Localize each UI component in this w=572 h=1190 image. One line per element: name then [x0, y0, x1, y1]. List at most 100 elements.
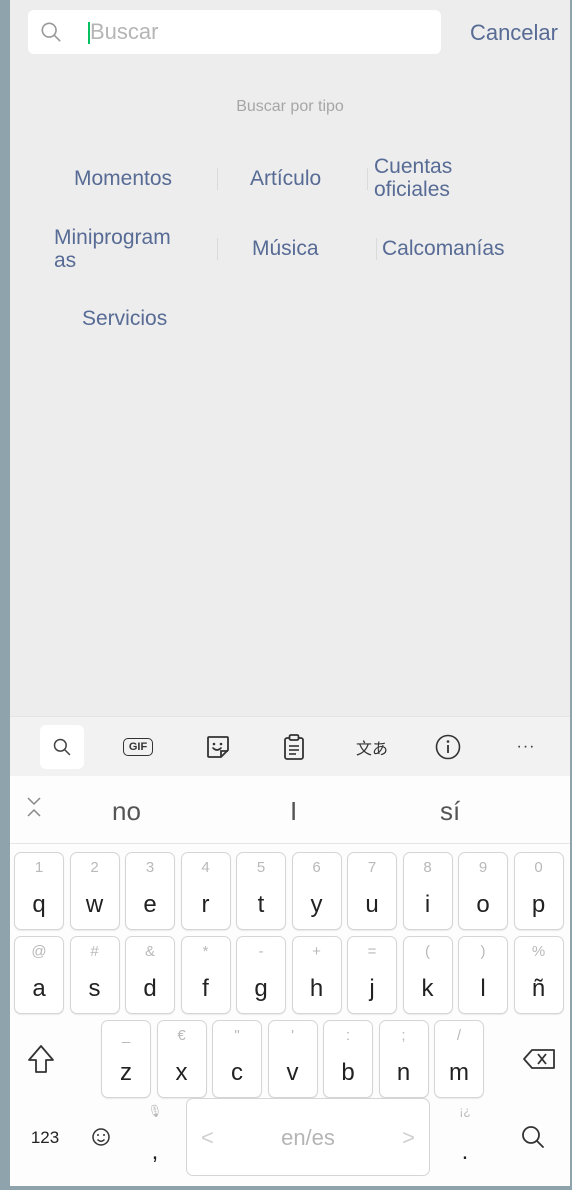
search-type-article[interactable]: Artículo [250, 167, 321, 190]
key-m[interactable]: / m [434, 1020, 484, 1098]
key-c[interactable]: " c [212, 1020, 262, 1098]
comma-key[interactable]: 🎙 , [130, 1098, 180, 1176]
key-primary-label: w [85, 891, 104, 918]
key-secondary-label: 1 [34, 859, 44, 876]
key-secondary-label: 5 [256, 859, 266, 876]
space-key[interactable]: < en/es > [186, 1098, 430, 1176]
kb-clipboard-button[interactable] [272, 725, 316, 769]
key-secondary-label: _ [121, 1027, 131, 1044]
keyboard-search-key[interactable] [508, 1098, 558, 1176]
key-h[interactable]: + h [291, 936, 342, 1014]
emoji-key[interactable] [76, 1098, 126, 1176]
key-secondary-label: # [90, 943, 99, 960]
divider [376, 238, 377, 260]
search-type-label: Artículo [250, 167, 322, 190]
key-r[interactable]: 4r [180, 852, 231, 930]
backspace-icon [523, 1049, 555, 1069]
search-box[interactable] [28, 10, 441, 54]
kb-search-button[interactable] [40, 725, 84, 769]
search-bar: Cancelar [10, 0, 570, 64]
key-l[interactable]: ) l [458, 936, 508, 1014]
search-type-label: Calcomanías [382, 237, 505, 260]
key-primary-label: t [257, 891, 265, 918]
key-primary-label: b [341, 1059, 355, 1086]
search-type-label: Música [252, 237, 319, 260]
key-primary-label: m [449, 1059, 469, 1086]
key-secondary-label: ) [480, 943, 486, 960]
search-type-services[interactable]: Servicios [82, 307, 167, 330]
divider [217, 238, 218, 260]
key-primary-label: ñ [531, 975, 546, 1002]
key-n[interactable]: ; n [378, 1020, 429, 1098]
shift-key[interactable] [16, 1020, 66, 1098]
key-q[interactable]: 1q [14, 852, 64, 930]
key-secondary-label: 9 [478, 859, 488, 876]
mic-icon: 🎙 [147, 1104, 163, 1118]
key-t[interactable]: 5t [236, 852, 286, 930]
search-icon [522, 1126, 544, 1148]
key-primary-label: p [531, 891, 546, 918]
search-input[interactable] [90, 14, 430, 50]
key-i[interactable]: 8i [402, 852, 453, 930]
key-f[interactable]: * f [180, 936, 231, 1014]
key-y[interactable]: 6y [291, 852, 342, 930]
search-type-music[interactable]: Música [252, 237, 319, 260]
key-secondary-label: % [531, 943, 546, 960]
key-primary-label: y [310, 891, 323, 918]
search-type-label: Momentos [74, 167, 173, 190]
search-type-moments[interactable]: Momentos [74, 167, 172, 190]
suggestion-2[interactable]: I [290, 796, 297, 827]
kb-translate-button[interactable]: 文あ [350, 725, 394, 769]
period-key-secondary: ¡¿ [459, 1104, 471, 1118]
key-o[interactable]: 9o [458, 852, 508, 930]
kb-more-button[interactable]: ··· [504, 725, 548, 769]
key-b[interactable]: :b [323, 1020, 373, 1098]
search-type-label: Servicios [82, 307, 168, 330]
period-key[interactable]: ¡¿ . [440, 1098, 490, 1176]
key-v[interactable]: ' v [267, 1020, 318, 1098]
key-primary-label: e [143, 891, 157, 918]
key-secondary-label: 4 [201, 859, 210, 876]
key-e[interactable]: 3e [125, 852, 175, 930]
search-type-official-accounts[interactable]: Cuentas oficiales [374, 155, 452, 201]
key-s[interactable]: # s [69, 936, 120, 1014]
divider [217, 168, 218, 190]
key-secondary-label: 3 [145, 859, 155, 876]
suggestion-bar: no I sí [10, 776, 570, 844]
collapse-keyboard-icon[interactable] [26, 796, 42, 818]
suggestion-1[interactable]: no [112, 796, 141, 827]
search-type-label-line1: Cuentas [374, 155, 453, 178]
search-type-stickers[interactable]: Calcomanías [382, 237, 505, 260]
key-secondary-label: + [312, 943, 321, 960]
key-w[interactable]: 2w [69, 852, 120, 930]
kb-sticker-button[interactable] [196, 725, 240, 769]
suggestion-3[interactable]: sí [440, 796, 460, 827]
key-x[interactable]: € x [156, 1020, 207, 1098]
key-z[interactable]: _ z [101, 1020, 151, 1098]
kb-gif-button[interactable]: GIF [116, 725, 160, 769]
key-k[interactable]: (k [402, 936, 453, 1014]
search-icon [53, 738, 71, 756]
key-a[interactable]: @ a [14, 936, 64, 1014]
kb-info-button[interactable] [426, 725, 470, 769]
key-ñ[interactable]: % ñ [513, 936, 564, 1014]
cancel-button[interactable]: Cancelar [470, 20, 558, 46]
key-d[interactable]: & d [125, 936, 175, 1014]
search-type-miniprograms[interactable]: Miniprogram as [54, 226, 171, 272]
key-p[interactable]: 0p [513, 852, 564, 930]
key-secondary-label: - [258, 943, 264, 960]
keyboard: no I sí 1q2w3e4r5t6y7u8i9o0p @ a # s & d * f - g +… [10, 776, 570, 1186]
key-secondary-label: ; [401, 1027, 406, 1044]
key-u[interactable]: 7u [347, 852, 397, 930]
key-primary-label: s [88, 975, 101, 1002]
search-type-title: Buscar por tipo [236, 98, 344, 115]
numbers-key-label: 123 [30, 1128, 60, 1147]
key-secondary-label: 7 [367, 859, 377, 876]
key-secondary-label: = [367, 943, 377, 960]
key-primary-label: d [143, 975, 157, 1002]
numbers-key[interactable]: 123 [20, 1098, 70, 1176]
key-secondary-label: @ [31, 943, 47, 960]
key-j[interactable]: = j [347, 936, 397, 1014]
backspace-key[interactable] [514, 1020, 564, 1098]
key-g[interactable]: -g [236, 936, 286, 1014]
